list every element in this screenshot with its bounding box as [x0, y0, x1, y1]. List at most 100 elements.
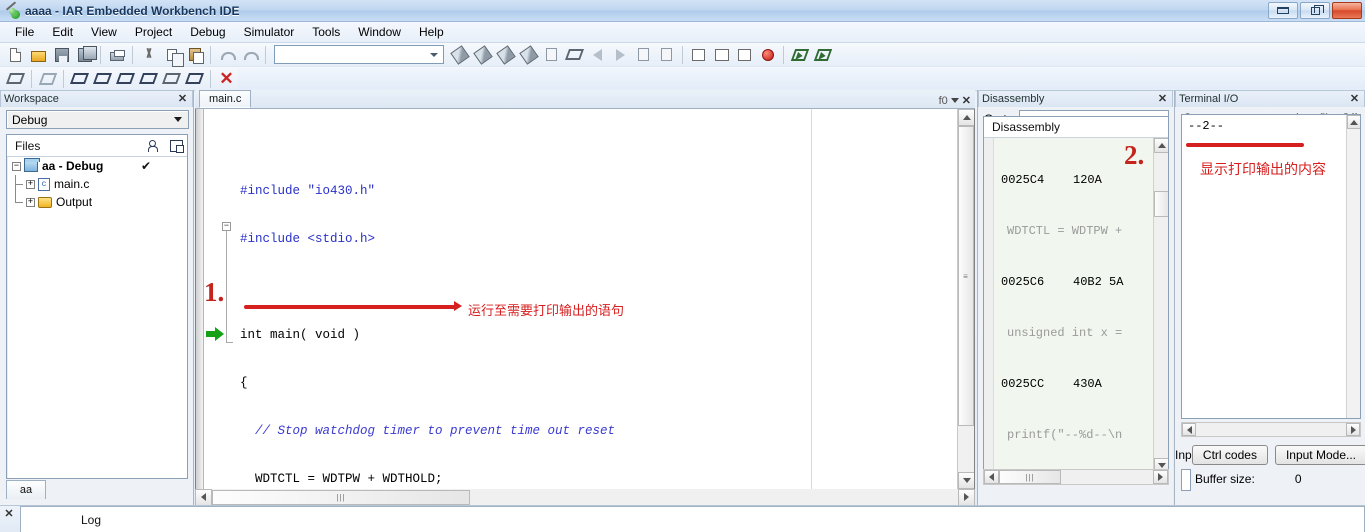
terminal-horizontal-scrollbar[interactable]: [1181, 422, 1361, 437]
chevron-down-icon[interactable]: [950, 98, 959, 103]
print-icon[interactable]: [106, 44, 127, 65]
scroll-up-icon[interactable]: [1154, 138, 1168, 153]
next-statement-icon[interactable]: [138, 68, 159, 89]
quick-search-icon[interactable]: [472, 44, 493, 65]
scroll-right-icon[interactable]: [1346, 423, 1360, 436]
menu-view[interactable]: View: [82, 23, 126, 41]
disassembly-hscroll-thumb[interactable]: |||: [999, 470, 1061, 484]
menu-help[interactable]: Help: [410, 23, 453, 41]
bookmark-toggle-icon[interactable]: [495, 44, 516, 65]
workspace-tab-aa[interactable]: aa: [6, 480, 46, 499]
scroll-down-icon[interactable]: [958, 472, 974, 489]
step-out-icon[interactable]: [115, 68, 136, 89]
run-to-cursor-icon[interactable]: [161, 68, 182, 89]
reset-icon[interactable]: [5, 68, 26, 89]
stop-debugging-icon[interactable]: ✕: [216, 68, 237, 89]
scroll-right-icon[interactable]: [1153, 470, 1168, 484]
tree-item-output[interactable]: + Output: [7, 193, 187, 211]
input-mode-button[interactable]: Input Mode...: [1274, 445, 1365, 465]
scroll-up-icon[interactable]: [1347, 115, 1360, 129]
tree-item-main-c[interactable]: + c main.c: [7, 175, 187, 193]
ctrl-codes-button[interactable]: Ctrl codes: [1191, 445, 1268, 465]
expander-icon[interactable]: +: [26, 197, 35, 207]
close-button[interactable]: [1332, 2, 1362, 19]
go-icon[interactable]: [184, 68, 205, 89]
save-icon[interactable]: [51, 44, 72, 65]
find-next-icon[interactable]: [449, 44, 470, 65]
scroll-right-icon[interactable]: [958, 488, 975, 506]
editor-vscroll-thumb[interactable]: ≡: [958, 126, 974, 426]
navigate-back-icon[interactable]: [633, 44, 654, 65]
toolbar-separator: [265, 45, 266, 64]
step-over-icon[interactable]: [69, 68, 90, 89]
scroll-left-icon[interactable]: [195, 488, 212, 506]
code-editor[interactable]: #include "io430.h" #include <stdio.h> in…: [195, 109, 975, 490]
editor-close-icon[interactable]: ✕: [962, 94, 971, 107]
workspace-options-icon[interactable]: [165, 137, 187, 155]
undo-icon[interactable]: [216, 44, 237, 65]
menu-tools[interactable]: Tools: [303, 23, 349, 41]
editor-horizontal-scrollbar[interactable]: |||: [195, 488, 975, 506]
quick-search-combo[interactable]: [274, 45, 444, 64]
disassembly-horizontal-scrollbar[interactable]: |||: [983, 469, 1169, 485]
new-document-icon[interactable]: [5, 44, 26, 65]
menu-project[interactable]: Project: [126, 23, 181, 41]
debug-start-icon[interactable]: [789, 44, 810, 65]
memory-view-icon[interactable]: [711, 44, 732, 65]
disassembly-vscroll-thumb[interactable]: [1154, 191, 1168, 217]
toggle-breakpoint-icon[interactable]: [757, 44, 778, 65]
editor-hscroll-thumb[interactable]: |||: [212, 489, 470, 505]
step-forward-icon[interactable]: [610, 44, 631, 65]
copy-icon[interactable]: [161, 44, 184, 67]
terminal-output-box[interactable]: --2-- 显示打印输出的内容: [1181, 114, 1361, 419]
cut-icon[interactable]: [138, 44, 159, 65]
scroll-left-icon[interactable]: [984, 470, 999, 484]
build-configuration-select[interactable]: Debug: [6, 110, 189, 129]
tab-main-c[interactable]: main.c: [199, 90, 252, 108]
save-all-icon[interactable]: [74, 44, 97, 65]
make-icon[interactable]: [564, 44, 585, 65]
disassembly-vertical-scrollbar[interactable]: [1153, 138, 1168, 473]
minimize-button[interactable]: [1268, 2, 1298, 19]
step-back-icon[interactable]: [587, 44, 608, 65]
menu-file[interactable]: File: [6, 23, 43, 41]
terminal-input-field[interactable]: [1181, 469, 1191, 491]
open-folder-icon[interactable]: [28, 44, 49, 65]
menu-simulator[interactable]: Simulator: [235, 23, 304, 41]
toolbar-separator: [132, 45, 133, 64]
step-into-icon[interactable]: [92, 68, 113, 89]
register-view-icon[interactable]: [734, 44, 755, 65]
log-close-icon[interactable]: ✕: [2, 507, 16, 520]
disassembly-row[interactable]: 0025C4 120A: [995, 172, 1153, 189]
paste-icon[interactable]: [184, 44, 205, 65]
bookmark-next-icon[interactable]: [518, 44, 539, 65]
redo-icon[interactable]: [239, 44, 260, 65]
expander-icon[interactable]: −: [12, 161, 21, 171]
menu-edit[interactable]: Edit: [43, 23, 82, 41]
restore-button[interactable]: [1300, 2, 1330, 19]
scroll-left-icon[interactable]: [1182, 423, 1196, 436]
debug-run-icon[interactable]: [812, 44, 833, 65]
navigate-forward-icon[interactable]: [656, 44, 677, 65]
title-bar: aaaa - IAR Embedded Workbench IDE: [0, 0, 1365, 22]
debug-toolbar: ✕: [0, 67, 1365, 91]
header-source-icon[interactable]: [688, 44, 709, 65]
disassembly-close-icon[interactable]: ✕: [1156, 93, 1169, 106]
code-fold-toggle[interactable]: −: [222, 222, 231, 231]
disassembly-panel-title: Disassembly: [982, 93, 1045, 105]
editor-vertical-scrollbar[interactable]: ≡: [957, 109, 974, 489]
tree-item-project[interactable]: − aa - Debug ✔: [7, 157, 187, 175]
expander-icon[interactable]: +: [26, 179, 35, 189]
menu-window[interactable]: Window: [349, 23, 410, 41]
workspace-people-icon[interactable]: [143, 137, 165, 155]
terminal-vertical-scrollbar[interactable]: [1346, 115, 1360, 418]
editor-panel: main.c f0 ✕ #include "io430.h" #include …: [195, 90, 975, 506]
compile-icon[interactable]: [541, 44, 562, 65]
break-icon[interactable]: [37, 68, 58, 89]
terminal-close-icon[interactable]: ✕: [1348, 93, 1361, 106]
disassembly-row[interactable]: 0025CC 430A: [995, 376, 1153, 393]
workspace-close-icon[interactable]: ✕: [176, 93, 189, 106]
scroll-up-icon[interactable]: [958, 109, 974, 126]
disassembly-row[interactable]: 0025C6 40B2 5A: [995, 274, 1153, 291]
menu-debug[interactable]: Debug: [181, 23, 234, 41]
